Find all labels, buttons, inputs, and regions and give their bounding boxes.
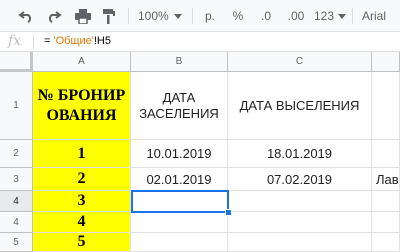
cell-b2[interactable]: 10.01.2019	[131, 140, 228, 168]
cell-a2[interactable]: 1	[33, 140, 131, 168]
cell-d5[interactable]	[372, 212, 400, 233]
percent-label: %	[232, 9, 244, 23]
toolbar-separator	[352, 8, 353, 24]
cell-d1[interactable]	[372, 72, 400, 140]
undo-icon[interactable]	[16, 0, 36, 32]
cell-a5[interactable]: 4	[33, 212, 131, 233]
fill-handle[interactable]	[225, 209, 232, 216]
cell-d2[interactable]	[372, 140, 400, 168]
formula-input[interactable]: = 'Общие'!H5	[44, 35, 111, 47]
column-header-a[interactable]: A	[33, 52, 131, 72]
print-icon[interactable]	[72, 0, 94, 32]
paint-format-icon[interactable]	[100, 0, 118, 32]
currency-label: р.	[204, 9, 215, 23]
row-header-2[interactable]: 2	[0, 140, 33, 168]
cell-a4[interactable]: 3	[33, 191, 131, 212]
chevron-down-icon	[338, 13, 347, 19]
formula-separator	[33, 35, 34, 49]
cell-c3[interactable]: 07.02.2019	[228, 168, 372, 191]
cell-c4[interactable]	[228, 191, 372, 212]
more-formats-label: 123	[313, 9, 335, 23]
cell-d3[interactable]: Лав	[372, 168, 400, 191]
row-header-1[interactable]: 1	[0, 72, 33, 140]
cell-a1[interactable]: № БРОНИРОВАНИЯ	[33, 72, 131, 140]
cell-c1[interactable]: ДАТА ВЫСЕЛЕНИЯ	[228, 72, 372, 140]
percent-button[interactable]: %	[230, 0, 246, 32]
decrease-decimals-button[interactable]: .0	[256, 0, 276, 32]
cell-b1[interactable]: ДАТА ЗАСЕЛЕНИЯ	[131, 72, 228, 140]
row-header-4[interactable]: 4	[0, 191, 33, 212]
font-select[interactable]: Arial	[362, 0, 398, 32]
increase-decimals-label: .00	[287, 9, 305, 23]
cell-c6[interactable]	[228, 233, 372, 252]
cell-c2[interactable]: 18.01.2019	[228, 140, 372, 168]
redo-icon[interactable]	[44, 0, 64, 32]
decrease-decimals-label: .0	[260, 9, 271, 23]
select-all-corner[interactable]	[0, 52, 33, 72]
font-label: Arial	[362, 9, 387, 23]
more-formats-select[interactable]: 123	[312, 0, 348, 32]
row-header-3[interactable]: 3	[0, 168, 33, 191]
toolbar-separator	[128, 8, 129, 24]
cell-b5[interactable]	[131, 212, 228, 233]
cell-d6[interactable]	[372, 233, 400, 252]
cell-d4[interactable]	[372, 191, 400, 212]
toolbar: 100% р. % .0 .00 123 Arial	[0, 0, 400, 32]
row-header-5[interactable]: 4	[0, 212, 33, 233]
currency-button[interactable]: р.	[202, 0, 218, 32]
column-header-c[interactable]: C	[228, 52, 372, 72]
active-cell-selection[interactable]	[131, 190, 229, 213]
formula-bar: fx = 'Общие'!H5	[0, 32, 400, 52]
increase-decimals-button[interactable]: .00	[284, 0, 308, 32]
row-header-6[interactable]: 5	[0, 233, 33, 252]
cell-b6[interactable]	[131, 233, 228, 252]
cell-c5[interactable]	[228, 212, 372, 233]
column-header-b[interactable]: B	[131, 52, 228, 72]
column-header-d[interactable]	[372, 52, 400, 72]
formula-cell-ref: !H5	[93, 35, 111, 47]
formula-sheet-ref: 'Общие'	[53, 35, 94, 47]
zoom-value: 100%	[138, 9, 169, 23]
cell-b3[interactable]: 02.01.2019	[131, 168, 228, 191]
cell-a6[interactable]: 5	[33, 233, 131, 252]
fx-icon: fx	[8, 33, 22, 49]
cell-a3[interactable]: 2	[33, 168, 131, 191]
chevron-down-icon	[173, 13, 182, 19]
toolbar-separator	[192, 8, 193, 24]
zoom-select[interactable]: 100%	[138, 0, 184, 32]
